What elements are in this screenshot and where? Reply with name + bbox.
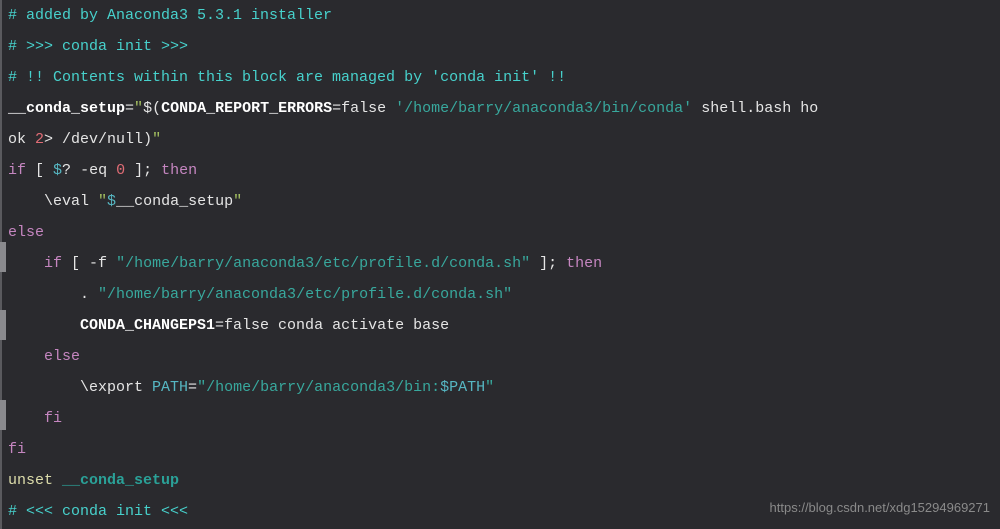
- string-path: "/home/barry/anaconda3/etc/profile.d/con…: [116, 255, 530, 272]
- code-line: if [ -f "/home/barry/anaconda3/etc/profi…: [8, 248, 992, 279]
- code-line: __conda_setup="$(CONDA_REPORT_ERRORS=fal…: [8, 93, 992, 124]
- path-var: PATH: [152, 379, 188, 396]
- variable-def: __conda_setup: [8, 100, 125, 117]
- code-editor[interactable]: # added by Anaconda3 5.3.1 installer # >…: [0, 0, 1000, 527]
- comment: # added by Anaconda3 5.3.1 installer: [8, 7, 332, 24]
- keyword-if: if: [44, 255, 62, 272]
- code-line: fi: [8, 434, 992, 465]
- keyword-fi: fi: [8, 441, 26, 458]
- gutter-mark: [0, 242, 6, 272]
- code-line: CONDA_CHANGEPS1=false conda activate bas…: [8, 310, 992, 341]
- code-line: fi: [8, 403, 992, 434]
- keyword-unset: unset: [8, 472, 62, 489]
- keyword-then: then: [161, 162, 197, 179]
- env-var: CONDA_REPORT_ERRORS: [161, 100, 332, 117]
- code-line: # >>> conda init >>>: [8, 31, 992, 62]
- code-line: \export PATH="/home/barry/anaconda3/bin:…: [8, 372, 992, 403]
- watermark-text: https://blog.csdn.net/xdg15294969271: [770, 492, 990, 523]
- env-var: CONDA_CHANGEPS1: [80, 317, 215, 334]
- code-line: \eval "$__conda_setup": [8, 186, 992, 217]
- code-line: . "/home/barry/anaconda3/etc/profile.d/c…: [8, 279, 992, 310]
- gutter-mark: [0, 310, 6, 340]
- string-path: "/home/barry/anaconda3/etc/profile.d/con…: [98, 286, 512, 303]
- keyword-fi: fi: [44, 410, 62, 427]
- keyword-then: then: [566, 255, 602, 272]
- keyword-if: if: [8, 162, 26, 179]
- code-line: else: [8, 341, 992, 372]
- string-path: '/home/barry/anaconda3/bin/conda': [395, 100, 692, 117]
- code-line: # !! Contents within this block are mana…: [8, 62, 992, 93]
- keyword-else: else: [44, 348, 80, 365]
- comment: # >>> conda init >>>: [8, 38, 188, 55]
- code-line: # added by Anaconda3 5.3.1 installer: [8, 0, 992, 31]
- code-line: if [ $? -eq 0 ]; then: [8, 155, 992, 186]
- code-line: ok 2> /dev/null)": [8, 124, 992, 155]
- code-line: else: [8, 217, 992, 248]
- comment: # !! Contents within this block are mana…: [8, 69, 566, 86]
- variable: __conda_setup: [62, 472, 179, 489]
- keyword-else: else: [8, 224, 44, 241]
- gutter-mark: [0, 400, 6, 430]
- comment: # <<< conda init <<<: [8, 503, 188, 520]
